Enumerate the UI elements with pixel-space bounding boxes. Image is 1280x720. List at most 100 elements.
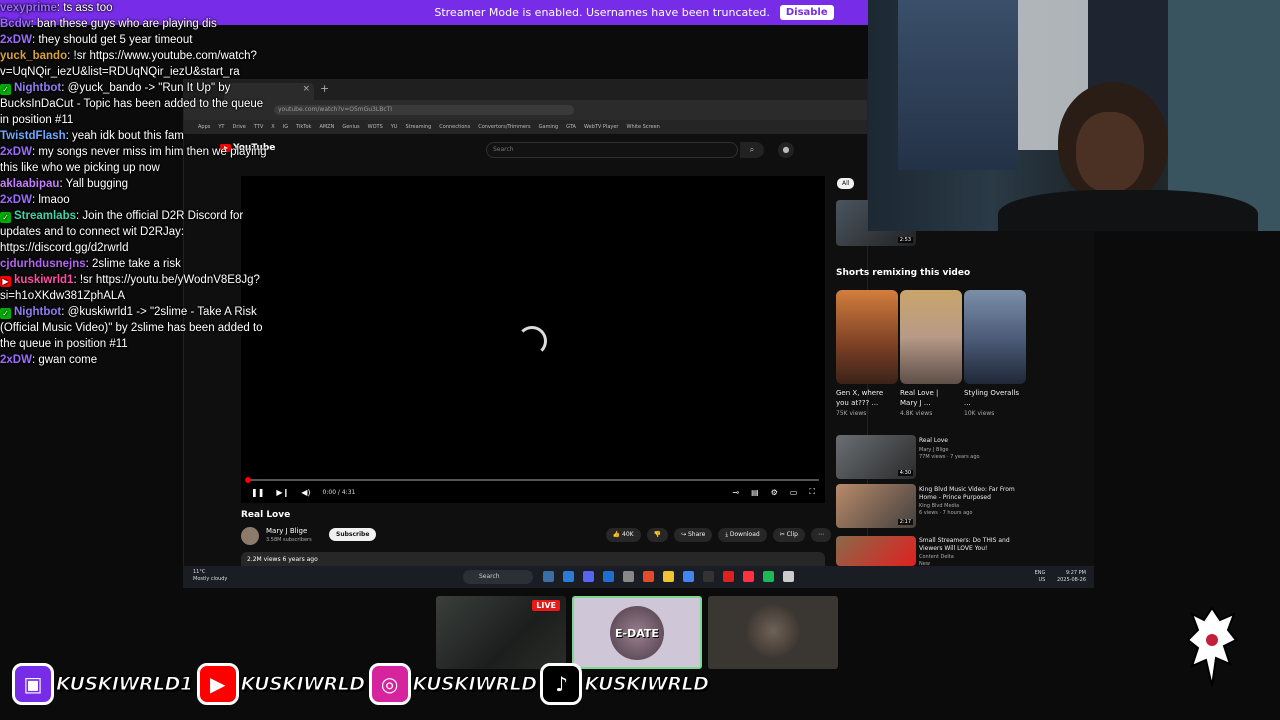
language-indicator[interactable]: ENG US [1035, 570, 1046, 584]
chat-username[interactable]: 2xDW [0, 194, 32, 206]
tiktok-icon[interactable] [743, 571, 754, 582]
bookmark-item[interactable]: WOTS [368, 124, 383, 130]
chat-username[interactable]: Nightbot [14, 82, 61, 94]
bookmark-item[interactable]: GTA [566, 124, 576, 130]
more-actions-icon[interactable]: ⋯ [811, 528, 831, 542]
chat-username[interactable]: vexyprime [0, 2, 57, 14]
short-thumbnail-2[interactable] [900, 290, 962, 384]
recommended-thumbnail-3[interactable] [836, 536, 916, 566]
task-view-icon[interactable] [543, 571, 554, 582]
live-badge: LIVE [532, 600, 560, 611]
chat-username[interactable]: Bcdw [0, 18, 31, 30]
short-thumbnail-1[interactable] [836, 290, 898, 384]
webcam-feed [868, 0, 1280, 231]
recommended-thumbnail-1[interactable]: 4:30 [836, 435, 916, 479]
chat-username[interactable]: Nightbot [14, 306, 61, 318]
autoplay-toggle-icon[interactable]: ⊸ [732, 488, 739, 497]
windows-taskbar: 11°C Mostly cloudy Search ENG US 9:27 PM… [183, 566, 1094, 588]
short-title-1[interactable]: Gen X, where you at??? ... [836, 388, 892, 408]
chat-username[interactable]: 2xDW [0, 146, 32, 158]
bookmark-item[interactable]: Streaming [405, 124, 431, 130]
stream-card-1[interactable]: LIVE [436, 596, 566, 669]
filter-chip-all[interactable]: All [837, 178, 855, 189]
chat-username[interactable]: Streamlabs [14, 210, 76, 222]
search-input[interactable]: Search [486, 142, 738, 158]
next-icon[interactable]: ▶❙ [276, 488, 289, 497]
channel-name[interactable]: Mary J Blige [266, 527, 307, 535]
app-icon[interactable] [603, 571, 614, 582]
recommended-title-2[interactable]: King Blvd Music Video: Far From Home - P… [919, 486, 1019, 502]
spotify-icon[interactable] [763, 571, 774, 582]
tiktok-icon: ♪ [540, 663, 583, 705]
subscribe-button[interactable]: Subscribe [329, 528, 377, 541]
fullscreen-icon[interactable]: ⛶ [809, 487, 815, 497]
weather-widget[interactable]: 11°C Mostly cloudy [193, 569, 227, 583]
bookmark-item[interactable]: AMZN [319, 124, 334, 130]
progress-scrubber[interactable] [245, 477, 251, 483]
download-button[interactable]: ⤓ Download [718, 528, 767, 542]
share-button[interactable]: ↪ Share [674, 528, 713, 542]
bookmark-item[interactable]: Convertors/Trimmers [478, 124, 530, 130]
app-icon[interactable] [783, 571, 794, 582]
short-thumbnail-3[interactable] [964, 290, 1026, 384]
chrome-icon[interactable] [683, 571, 694, 582]
bookmark-item[interactable]: Gaming [539, 124, 559, 130]
chat-message: 2xDW: lmaoo [0, 192, 270, 208]
chat-username[interactable]: 2xDW [0, 354, 32, 366]
recommended-title-3[interactable]: Small Streamers: Do THIS and Viewers Wil… [919, 537, 1019, 553]
channel-avatar[interactable] [241, 527, 259, 545]
settings-gear-icon[interactable]: ⚙ [771, 488, 778, 497]
bookmark-item[interactable]: White Screen [627, 124, 660, 130]
chat-username[interactable]: 2xDW [0, 34, 32, 46]
bookmark-item[interactable]: TikTok [296, 124, 311, 130]
bookmark-item[interactable]: Genius [342, 124, 359, 130]
recommended-title-1[interactable]: Real Love [919, 437, 1019, 445]
discord-icon[interactable] [583, 571, 594, 582]
settings-icon[interactable] [623, 571, 634, 582]
video-duration: 2:17 [897, 519, 913, 525]
volume-icon[interactable]: ◀) [301, 488, 310, 497]
short-views-3: 10K views [964, 410, 995, 417]
chat-username[interactable]: yuck_bando [0, 50, 67, 62]
short-title-2[interactable]: Real Love | Mary J ... [900, 388, 956, 408]
stream-overlay: × + youtube.com/watch?v=O5mGu3LBcTI Apps… [0, 0, 1280, 720]
clip-button[interactable]: ✂ Clip [772, 528, 805, 542]
bookmark-item[interactable]: Connections [439, 124, 470, 130]
chat-username[interactable]: aklaabipau [0, 178, 59, 190]
pause-icon[interactable]: ❚❚ [251, 488, 264, 497]
obs-icon[interactable] [703, 571, 714, 582]
bookmark-item[interactable]: WebTV Player [584, 124, 619, 130]
app-icon[interactable] [723, 571, 734, 582]
short-title-3[interactable]: Styling Overalls ... [964, 388, 1020, 408]
microphone-icon[interactable]: ● [778, 142, 794, 158]
progress-bar[interactable] [245, 477, 819, 483]
new-tab-icon[interactable]: + [320, 82, 329, 95]
chat-username[interactable]: kuskiwrld1 [14, 274, 73, 286]
chat-username[interactable]: cjdurhdusnejns [0, 258, 86, 270]
chat-message: 2xDW: gwan come [0, 352, 270, 368]
captions-icon[interactable]: ▤ [751, 488, 759, 497]
bookmark-item[interactable]: YU [391, 124, 398, 130]
bookmark-item[interactable]: X [271, 124, 274, 130]
video-player[interactable]: ❚❚ ▶❙ ◀) 0:00 / 4:31 ⊸ ▤ ⚙ ▭ ⛶ [241, 176, 825, 503]
stream-card-2[interactable]: E-DATE [572, 596, 702, 669]
bookmark-item[interactable]: IG [283, 124, 288, 130]
moderator-badge-icon: ✓ [0, 84, 11, 95]
app-icon[interactable] [643, 571, 654, 582]
theater-mode-icon[interactable]: ▭ [790, 488, 798, 497]
dislike-button[interactable]: 👎 [646, 528, 669, 542]
recommended-thumbnail-2[interactable]: 2:17 [836, 484, 916, 528]
url-field[interactable]: youtube.com/watch?v=O5mGu3LBcTI [274, 105, 574, 115]
twitch-icon: ▣ [12, 663, 54, 705]
stream-card-3[interactable] [708, 596, 838, 669]
chat-username[interactable]: TwistdFlash [0, 130, 66, 142]
file-explorer-icon[interactable] [663, 571, 674, 582]
search-icon[interactable]: ⌕ [740, 142, 764, 158]
tab-close-icon[interactable]: × [302, 84, 310, 94]
edge-icon[interactable] [563, 571, 574, 582]
clock[interactable]: 9:27 PM 2025-08-26 [1057, 570, 1086, 584]
like-button[interactable]: 👍 40K [605, 528, 641, 542]
chat-message: TwistdFlash: yeah idk bout this fam [0, 128, 270, 144]
taskbar-search[interactable]: Search [463, 570, 533, 584]
disable-button[interactable]: Disable [779, 5, 834, 20]
